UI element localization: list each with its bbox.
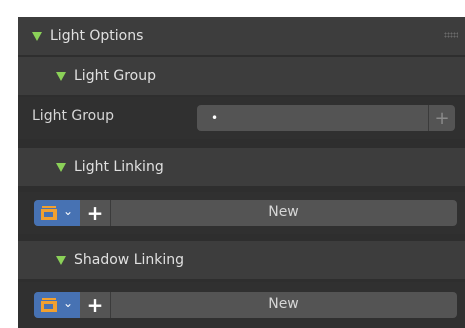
- expand-triangle-icon[interactable]: [32, 31, 42, 41]
- light-group-title: Light Group: [74, 68, 157, 84]
- collection-browse-button[interactable]: ⌄: [34, 200, 80, 226]
- chevron-down-icon: ⌄: [63, 204, 74, 218]
- add-shadow-linking-button[interactable]: +: [80, 292, 111, 318]
- shadow-linking-title: Shadow Linking: [74, 252, 185, 268]
- add-light-group-button[interactable]: +: [428, 105, 455, 131]
- collection-browse-button[interactable]: ⌄: [34, 292, 80, 318]
- plus-icon: +: [86, 201, 104, 225]
- chevron-down-icon: ⌄: [63, 296, 74, 310]
- expand-triangle-icon[interactable]: [56, 162, 66, 172]
- shadow-linking-row: ⌄ + New: [18, 282, 465, 328]
- light-group-field[interactable]: • +: [197, 105, 455, 131]
- light-group-row: Light Group • +: [18, 97, 465, 139]
- collection-icon: [41, 206, 57, 220]
- light-linking-row: ⌄ + New: [18, 192, 465, 234]
- light-options-panel: Light Options Light Group Light Group • …: [18, 17, 465, 328]
- light-linking-title: Light Linking: [74, 159, 164, 175]
- add-light-linking-button[interactable]: +: [80, 200, 111, 226]
- light-options-header[interactable]: Light Options: [18, 17, 465, 55]
- light-linking-collection-selector[interactable]: ⌄ + New: [34, 200, 457, 226]
- light-group-header[interactable]: Light Group: [18, 57, 465, 95]
- shadow-linking-collection-selector[interactable]: ⌄ + New: [34, 292, 457, 318]
- plus-icon: +: [434, 107, 450, 129]
- light-group-label: Light Group: [32, 108, 115, 124]
- new-collection-button[interactable]: New: [110, 204, 457, 220]
- collection-icon: [41, 298, 57, 312]
- plus-icon: +: [86, 293, 104, 317]
- drag-grip-icon[interactable]: [444, 32, 458, 38]
- new-collection-button[interactable]: New: [110, 296, 457, 312]
- shadow-linking-header[interactable]: Shadow Linking: [18, 241, 465, 279]
- light-group-value: •: [211, 111, 219, 125]
- light-linking-header[interactable]: Light Linking: [18, 148, 465, 186]
- light-options-title: Light Options: [50, 28, 144, 44]
- expand-triangle-icon[interactable]: [56, 71, 66, 81]
- expand-triangle-icon[interactable]: [56, 255, 66, 265]
